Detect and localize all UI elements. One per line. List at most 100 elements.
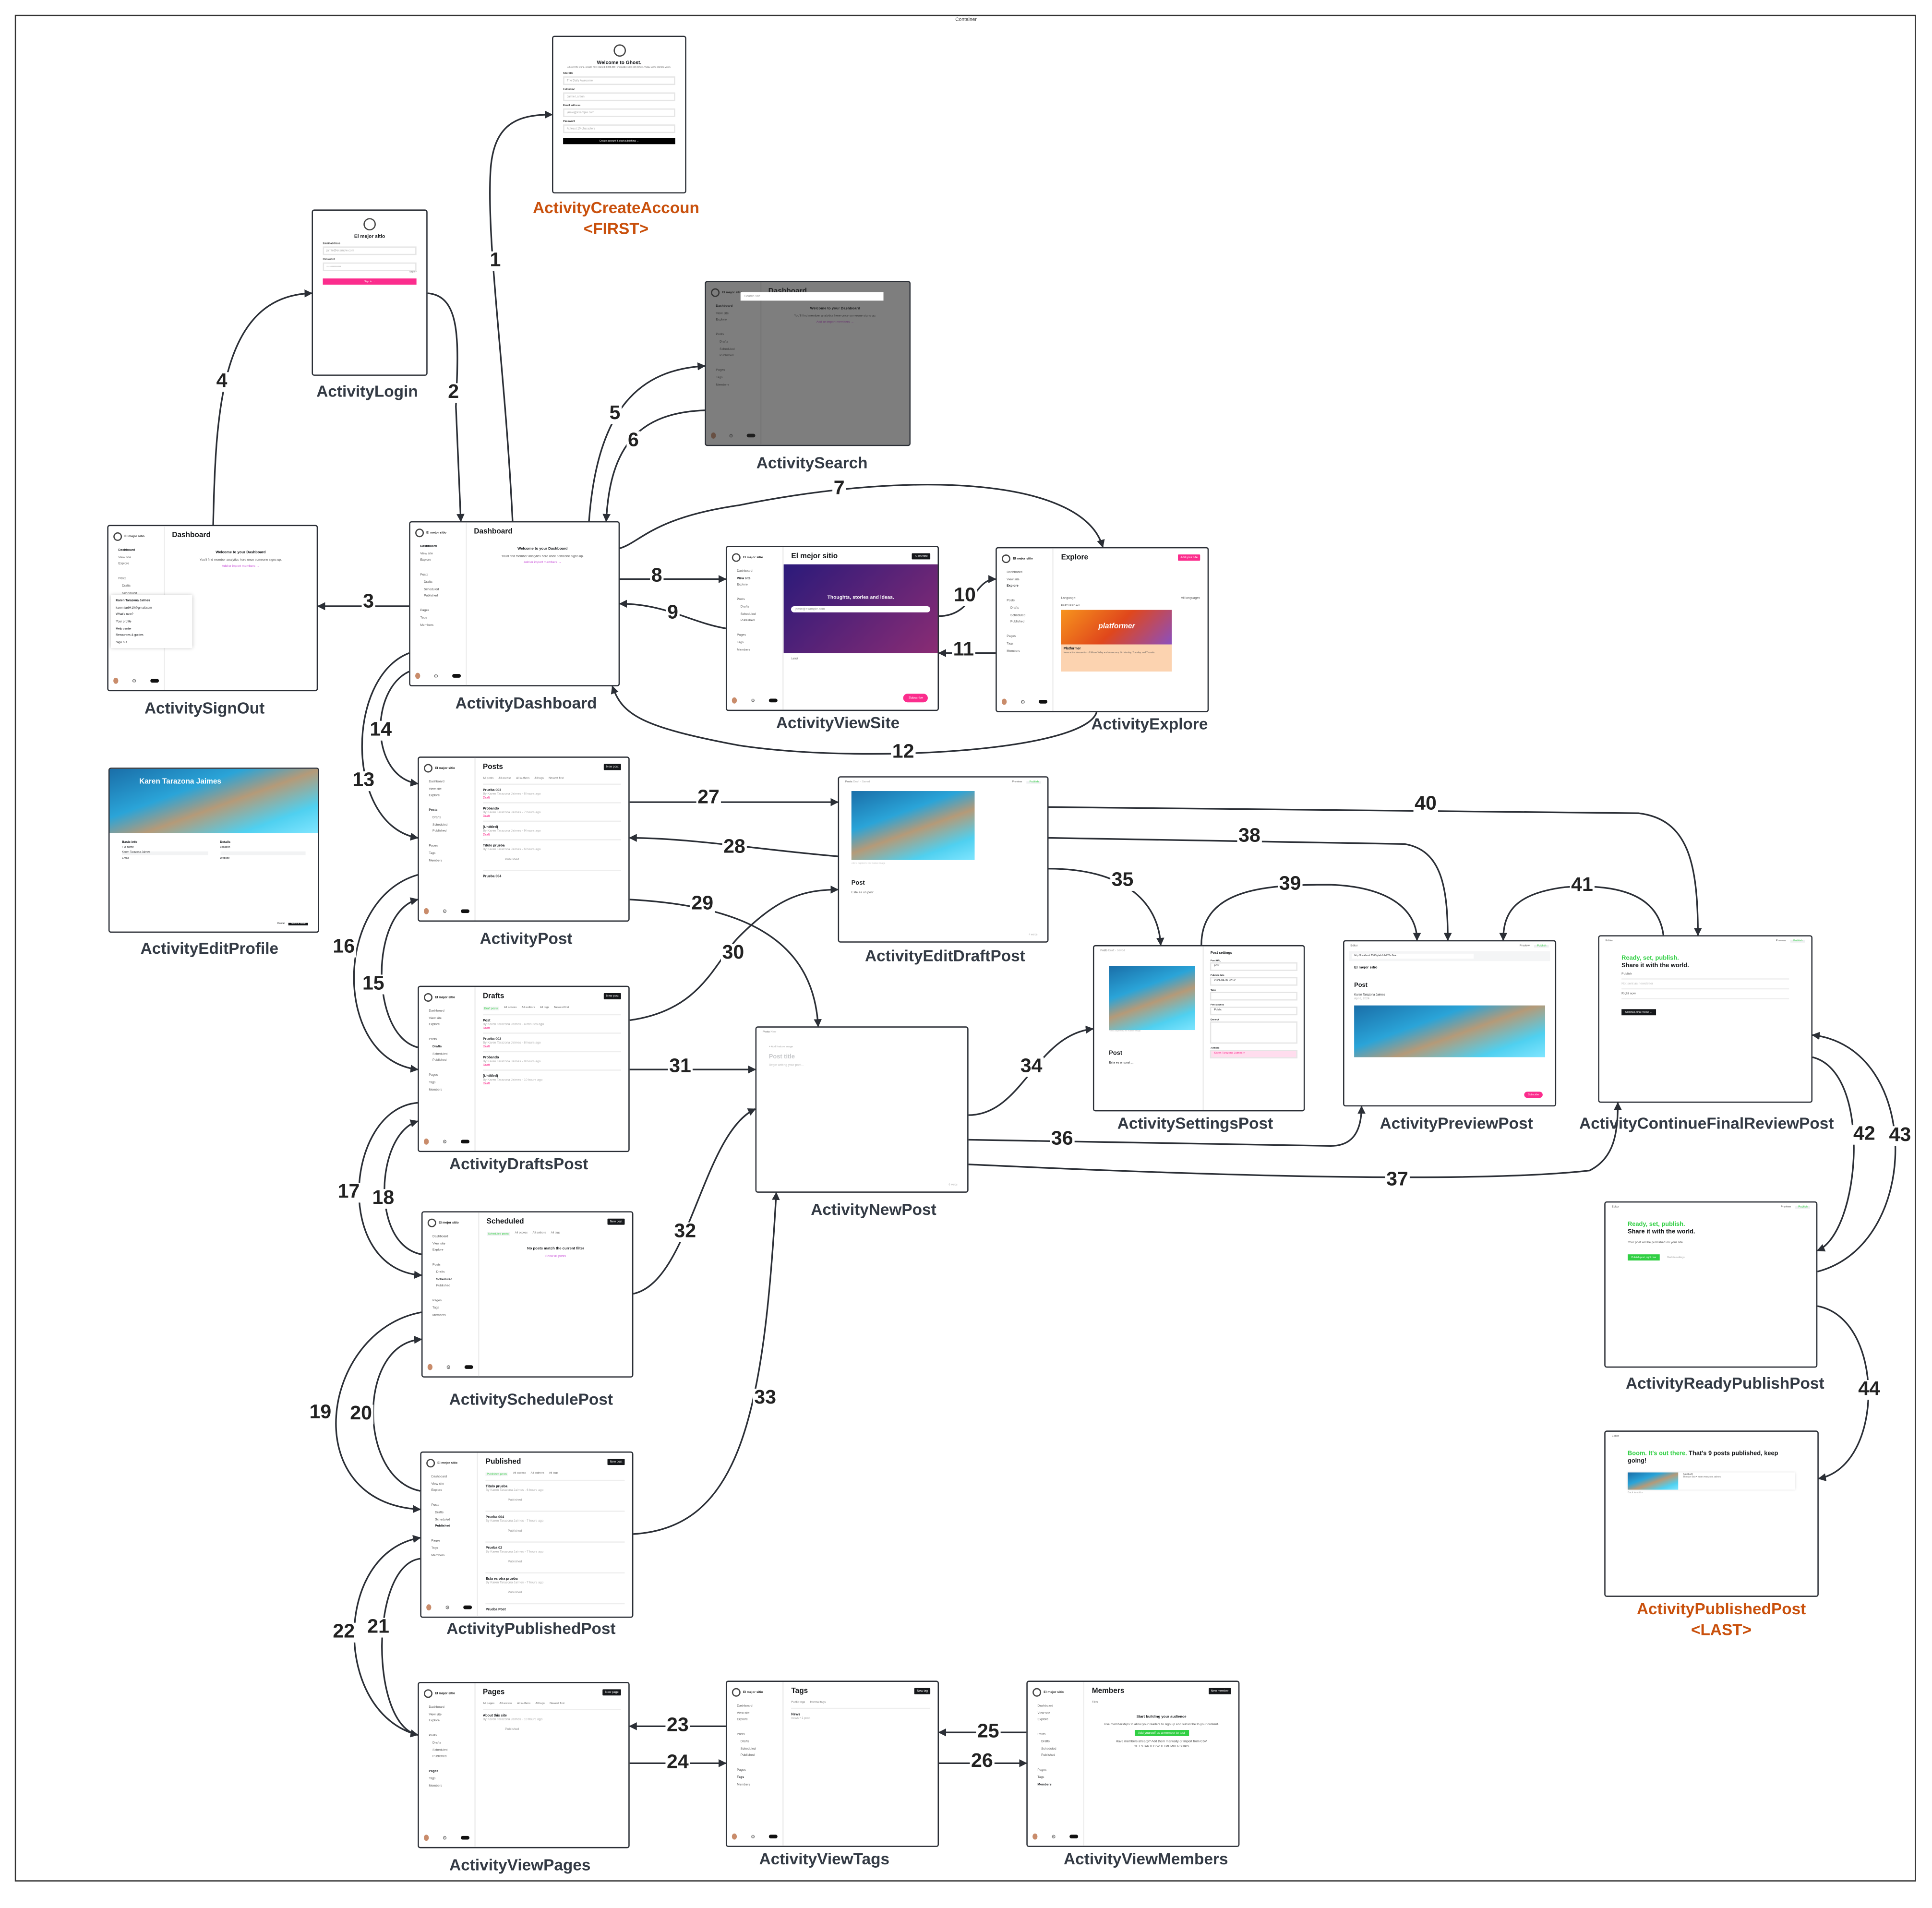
sidebar-item-posts[interactable]: Posts (420, 574, 460, 577)
list-item[interactable]: Prueba Post (485, 1603, 625, 1614)
sidebar-item-posts[interactable]: Posts (737, 1733, 778, 1737)
list-item[interactable]: Prueba 004 By Karen Tarazona Jaimes - 7 h… (485, 1511, 625, 1541)
sidebar-item-explore[interactable]: Explore (737, 1718, 778, 1722)
post-body-input[interactable]: Begin writing your post... (769, 1063, 955, 1067)
filter-dropdown[interactable]: Newest first (550, 1703, 564, 1705)
filter-dropdown[interactable]: All tags (549, 1473, 558, 1476)
field-input[interactable]: Public (1210, 1007, 1298, 1016)
theme-toggle[interactable] (150, 679, 159, 683)
sidebar-item-pages[interactable]: Pages (432, 1299, 473, 1303)
sidebar-item-tags[interactable]: Tags (429, 1080, 469, 1084)
screen-pages[interactable]: El mejor sitio Dashboard View site Explore P… (418, 1681, 630, 1848)
publish-button[interactable]: Publish (1535, 945, 1549, 948)
sidebar-item-dashboard[interactable]: Dashboard (737, 569, 778, 573)
list-item[interactable]: Probando By Karen Tarazona Jaimes - 7 hou… (482, 802, 621, 821)
body-text[interactable]: Add or import members → (474, 561, 611, 564)
sidebar-item-drafts[interactable]: Drafts (432, 1045, 469, 1049)
sidebar-item-pages[interactable]: Pages (1037, 1769, 1078, 1773)
screen-drafts[interactable]: El mejor sitio Dashboard View site Explore P… (418, 985, 630, 1152)
sidebar-item-explore[interactable]: Explore (429, 1719, 469, 1723)
menu-item[interactable]: Help center (113, 625, 190, 632)
filter-dropdown[interactable]: All authors (522, 1007, 535, 1010)
text-input[interactable]: The Daily Awesome (563, 76, 675, 85)
sidebar-item-drafts[interactable]: Drafts (436, 1270, 473, 1274)
screen-preview[interactable]: Editor Preview Publish http://localhost:236… (1343, 940, 1557, 1107)
avatar[interactable] (424, 908, 429, 914)
primary-button[interactable]: New post (607, 1459, 625, 1465)
sidebar-item-view-site[interactable]: View site (1007, 577, 1047, 581)
screen-explore[interactable]: El mejor sitio Dashboard View site Explore P… (996, 547, 1209, 712)
body-text[interactable]: Have members already? Add them manually … (1092, 1740, 1231, 1744)
cancel-button[interactable]: Cancel (277, 923, 285, 925)
avatar[interactable] (732, 697, 737, 704)
filter-dropdown[interactable]: All authors (533, 1232, 546, 1236)
back-to-editor-link[interactable]: Back to editor (1628, 1492, 1795, 1495)
filter-dropdown[interactable]: Published posts (485, 1472, 508, 1476)
sidebar-item-view-site[interactable]: View site (737, 576, 778, 580)
preview-button[interactable]: Preview (1520, 945, 1530, 948)
filter-dropdown[interactable]: All tags (540, 1007, 549, 1010)
filter-dropdown[interactable]: Internal tags (810, 1702, 826, 1704)
back-link[interactable]: Posts (763, 1032, 770, 1034)
screen-tags[interactable]: El mejor sitio Dashboard View site Explore P… (725, 1680, 939, 1847)
sidebar-item-drafts[interactable]: Drafts (432, 816, 469, 819)
sidebar-item-scheduled[interactable]: Scheduled (741, 1747, 778, 1751)
sidebar-item-published[interactable]: Published (432, 1058, 469, 1062)
theme-toggle[interactable] (1039, 700, 1048, 704)
confirm-button[interactable]: Continue, final review → (1621, 1009, 1656, 1016)
field-input[interactable]: post (1210, 962, 1298, 971)
sidebar-item-explore[interactable]: Explore (429, 794, 469, 798)
sidebar-item-published[interactable]: Published (741, 619, 778, 623)
primary-button[interactable]: New post (603, 993, 621, 999)
field-input[interactable] (1210, 992, 1298, 1001)
subscribe-button[interactable]: Subscribe (903, 694, 928, 703)
gear-icon[interactable]: ⚙ (443, 1139, 447, 1145)
filter-dropdown[interactable]: All access (515, 1232, 528, 1236)
menu-item[interactable]: Resources & guides (113, 632, 190, 638)
filter-dropdown[interactable]: All access (513, 1473, 526, 1476)
sidebar-item-pages[interactable]: Pages (429, 844, 469, 848)
sidebar-item-explore[interactable]: Explore (1007, 584, 1047, 588)
sidebar-item-dashboard[interactable]: Dashboard (429, 780, 469, 784)
sidebar-item-published[interactable]: Published (424, 594, 460, 598)
avatar[interactable] (1001, 698, 1007, 705)
field-input[interactable] (220, 851, 306, 855)
publish-button[interactable]: Publish (1027, 781, 1042, 784)
preview-button[interactable]: Preview (1776, 940, 1786, 943)
list-item[interactable]: Prueba 004 (482, 870, 621, 881)
sidebar-item-drafts[interactable]: Drafts (1041, 1740, 1078, 1744)
screen-viewsite[interactable]: El mejor sitio Dashboard View site Explore P… (725, 546, 939, 711)
screen-search[interactable]: El mejor sitioDashboardView siteExploreP… (705, 281, 911, 446)
filter-dropdown[interactable]: All tags (535, 1703, 544, 1705)
screen-publishedpost[interactable]: Editor Boom. It's out there. That's 9 pos… (1604, 1430, 1819, 1597)
post-body[interactable]: Este es un post ... (1109, 1061, 1184, 1065)
feature-image[interactable] (1109, 966, 1195, 1031)
sidebar-item-view-site[interactable]: View site (737, 1711, 778, 1715)
gear-icon[interactable]: ⚙ (132, 678, 136, 684)
confirm-button[interactable]: Publish post, right now (1628, 1254, 1660, 1261)
sidebar-item-scheduled[interactable]: Scheduled (1041, 1747, 1078, 1751)
preview-button[interactable]: Preview (1781, 1206, 1791, 1209)
filter-dropdown[interactable]: All posts (483, 778, 493, 780)
sidebar-item-tags[interactable]: Tags (1007, 642, 1047, 646)
sidebar-item-posts[interactable]: Posts (429, 809, 469, 813)
list-item[interactable]: Prueba 003 By Karen Tarazona Jaimes - 6 h… (482, 783, 621, 803)
field-input[interactable]: 2024-04-06 22:52 (1210, 977, 1298, 986)
theme-toggle[interactable] (460, 1140, 469, 1144)
submit-button[interactable]: Sign in → (323, 278, 417, 285)
sidebar-item-tags[interactable]: Tags (431, 1546, 472, 1550)
field-input[interactable] (1210, 1021, 1298, 1044)
screen-published[interactable]: El mejor sitio Dashboard View site Explore P… (420, 1451, 634, 1618)
sidebar-item-members[interactable]: Members (1007, 649, 1047, 653)
filter-dropdown[interactable]: All access (504, 1007, 517, 1010)
sidebar-item-pages[interactable]: Pages (1007, 635, 1047, 639)
sidebar-item-explore[interactable]: Explore (429, 1023, 469, 1027)
screen-newpost[interactable]: Posts New + Add feature image Post title Be… (755, 1026, 969, 1193)
sidebar-item-published[interactable]: Published (1010, 620, 1047, 624)
filter-dropdown[interactable]: All authors (516, 778, 529, 780)
sidebar-item-tags[interactable]: Tags (1037, 1776, 1078, 1779)
feature-image[interactable] (851, 791, 975, 860)
sidebar-item-scheduled[interactable]: Scheduled (122, 591, 158, 595)
sidebar-item-dashboard[interactable]: Dashboard (1007, 571, 1047, 575)
post-title[interactable]: Post (1109, 1050, 1184, 1057)
